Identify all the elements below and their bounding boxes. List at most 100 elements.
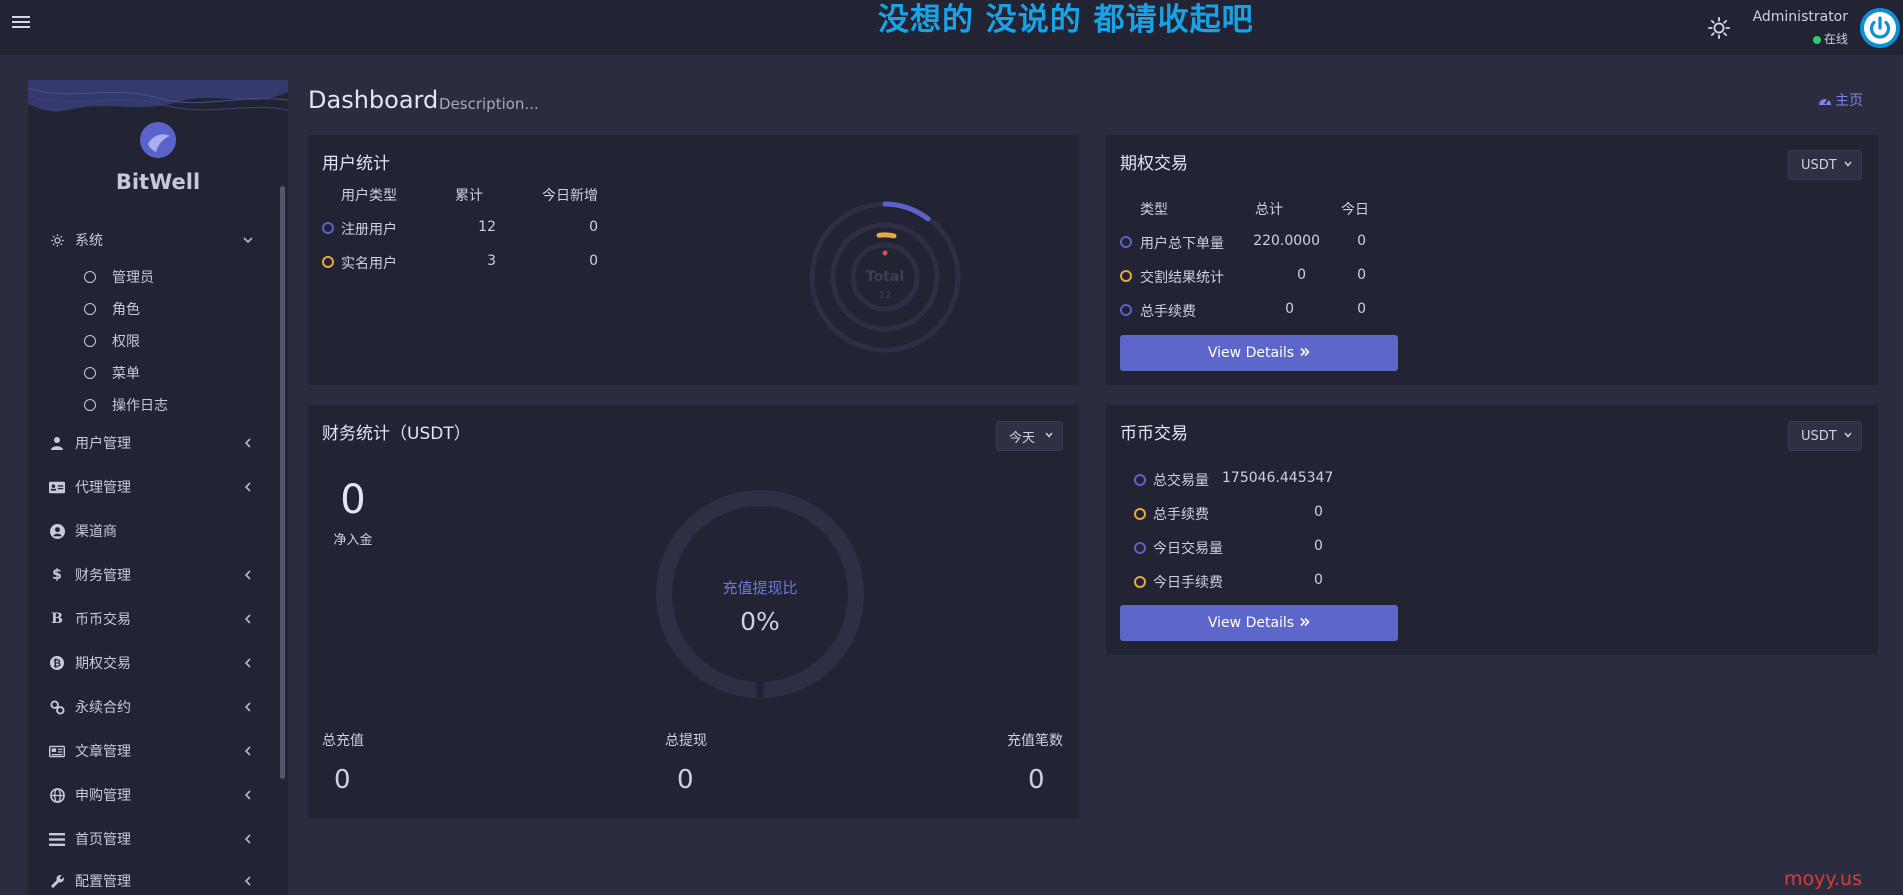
options-view-details-button[interactable]: View Details: [1120, 335, 1398, 371]
sidebar-item-system[interactable]: 系统: [28, 225, 278, 255]
options-trade-title: 期权交易: [1120, 154, 1188, 174]
sidebar-item-subscription-management[interactable]: 申购管理: [28, 780, 278, 810]
sidebar-subitem-operation-log[interactable]: 操作日志: [28, 391, 278, 419]
legend-ring-icon: [1134, 508, 1146, 520]
sidebar-item-finance[interactable]: $ 财务管理: [28, 560, 278, 590]
chevron-down-icon: [1843, 430, 1853, 443]
sun-icon[interactable]: [1708, 17, 1730, 39]
sidebar-item-label: 申购管理: [75, 788, 131, 804]
chevron-left-icon: [242, 745, 254, 757]
coin-row-value: 0: [1314, 504, 1323, 520]
table-cell: 12: [478, 219, 496, 235]
select-value: USDT: [1801, 428, 1837, 444]
circle-icon: [84, 271, 96, 283]
sidebar: BitWell 系统 管理员 角色 权限 菜单 操作日志 用户管理 代理管理 渠…: [28, 80, 288, 895]
home-breadcrumb-link[interactable]: 主页: [1818, 90, 1863, 110]
sidebar-subitem-label: 权限: [112, 334, 140, 350]
page-title: Dashboard: [308, 86, 439, 114]
coin-row-label: 总手续费: [1153, 507, 1209, 523]
coin-row-value: 0: [1314, 538, 1323, 554]
chevron-left-icon: [242, 481, 254, 493]
sidebar-item-coin-trade[interactable]: B 币币交易: [28, 604, 278, 634]
legend-ring-icon: [1134, 474, 1146, 486]
table-header: 总计: [1255, 202, 1283, 218]
sidebar-item-label: 币币交易: [75, 612, 131, 628]
chevron-left-icon: [242, 701, 254, 713]
chevron-left-icon: [242, 437, 254, 449]
sidebar-subitem-label: 管理员: [112, 270, 154, 286]
table-cell: 0: [589, 219, 598, 235]
page-description: Description...: [439, 95, 539, 113]
sidebar-item-label: 文章管理: [75, 744, 131, 760]
table-cell: 220.0000: [1253, 233, 1320, 249]
circle-icon: [84, 367, 96, 379]
total-recharge-value: 0: [334, 765, 351, 795]
chevron-left-icon: [242, 833, 254, 845]
options-currency-select[interactable]: USDT: [1788, 150, 1862, 180]
list-icon: [49, 831, 65, 847]
sidebar-item-config-management[interactable]: 配置管理: [28, 866, 278, 895]
sidebar-item-label: 永续合约: [75, 700, 131, 716]
dollar-icon: $: [52, 567, 62, 583]
sidebar-item-perpetual-contract[interactable]: 永续合约: [28, 692, 278, 722]
sidebar-subitem-role[interactable]: 角色: [28, 295, 278, 323]
menu-toggle-icon[interactable]: [12, 13, 30, 31]
coin-row-label: 今日交易量: [1153, 541, 1223, 557]
sidebar-subitem-label: 菜单: [112, 366, 140, 382]
bitcoin-icon: ₿: [49, 655, 65, 671]
top-header: 没想的 没说的 都请收起吧 Administrator 在线: [0, 0, 1903, 55]
power-icon[interactable]: [1860, 8, 1900, 48]
bitwell-logo-icon: [140, 122, 176, 158]
sidebar-subitem-label: 操作日志: [112, 398, 168, 414]
table-header: 累计: [455, 188, 483, 204]
legend-ring-icon: [1134, 576, 1146, 588]
gear-icon: [49, 232, 65, 248]
sidebar-subitem-permission[interactable]: 权限: [28, 327, 278, 355]
sidebar-item-channel[interactable]: 渠道商: [28, 516, 278, 546]
table-cell: 0: [1357, 233, 1366, 249]
table-cell: 0: [1357, 267, 1366, 283]
bitcoin-b-icon: B: [51, 611, 63, 627]
total-recharge-label: 总充值: [322, 733, 364, 749]
chevron-left-icon: [242, 613, 254, 625]
sidebar-item-options-trade[interactable]: ₿ 期权交易: [28, 648, 278, 678]
coin-currency-select[interactable]: USDT: [1788, 421, 1862, 451]
table-cell: 交割结果统计: [1140, 270, 1224, 286]
ring-center-label: Total: [866, 269, 904, 285]
total-withdraw-value: 0: [677, 765, 694, 795]
coin-row-label: 今日手续费: [1153, 575, 1223, 591]
finance-stats-title: 财务统计（USDT）: [322, 424, 471, 444]
sidebar-item-homepage-management[interactable]: 首页管理: [28, 824, 278, 854]
user-name[interactable]: Administrator: [1750, 9, 1848, 25]
watermark-text: moyy.us: [1784, 868, 1862, 890]
table-header: 今日新增: [542, 188, 598, 204]
circle-icon: [84, 335, 96, 347]
select-value: 今天: [1009, 430, 1036, 446]
user-stats-title: 用户统计: [322, 154, 390, 174]
table-cell: 0: [589, 253, 598, 269]
legend-ring-icon: [1134, 542, 1146, 554]
recharge-count-label: 充值笔数: [1007, 733, 1063, 749]
sidebar-subitem-admin[interactable]: 管理员: [28, 263, 278, 291]
table-cell: 0: [1285, 301, 1294, 317]
sidebar-item-label: 渠道商: [75, 524, 117, 540]
coin-view-details-button[interactable]: View Details: [1120, 605, 1398, 641]
sidebar-item-user-management[interactable]: 用户管理: [28, 428, 278, 458]
chevron-down-icon: [1843, 159, 1853, 172]
table-cell: 注册用户: [341, 222, 397, 238]
user-status: 在线: [1750, 30, 1848, 47]
chevron-down-icon: [1044, 430, 1054, 443]
sidebar-item-agent-management[interactable]: 代理管理: [28, 472, 278, 502]
chevron-left-icon: [242, 875, 254, 887]
sidebar-subitem-label: 角色: [112, 302, 140, 318]
chevron-left-icon: [242, 569, 254, 581]
table-cell: 总手续费: [1140, 304, 1196, 320]
finance-period-select[interactable]: 今天: [996, 421, 1063, 451]
wrench-icon: [49, 873, 65, 889]
sidebar-subitem-menu[interactable]: 菜单: [28, 359, 278, 387]
sidebar-scrollbar[interactable]: [280, 186, 285, 779]
ratio-label: 充值提现比: [722, 579, 797, 597]
sidebar-item-article-management[interactable]: 文章管理: [28, 736, 278, 766]
coin-row-label: 总交易量: [1153, 473, 1209, 489]
sidebar-brand: BitWell: [115, 170, 201, 194]
